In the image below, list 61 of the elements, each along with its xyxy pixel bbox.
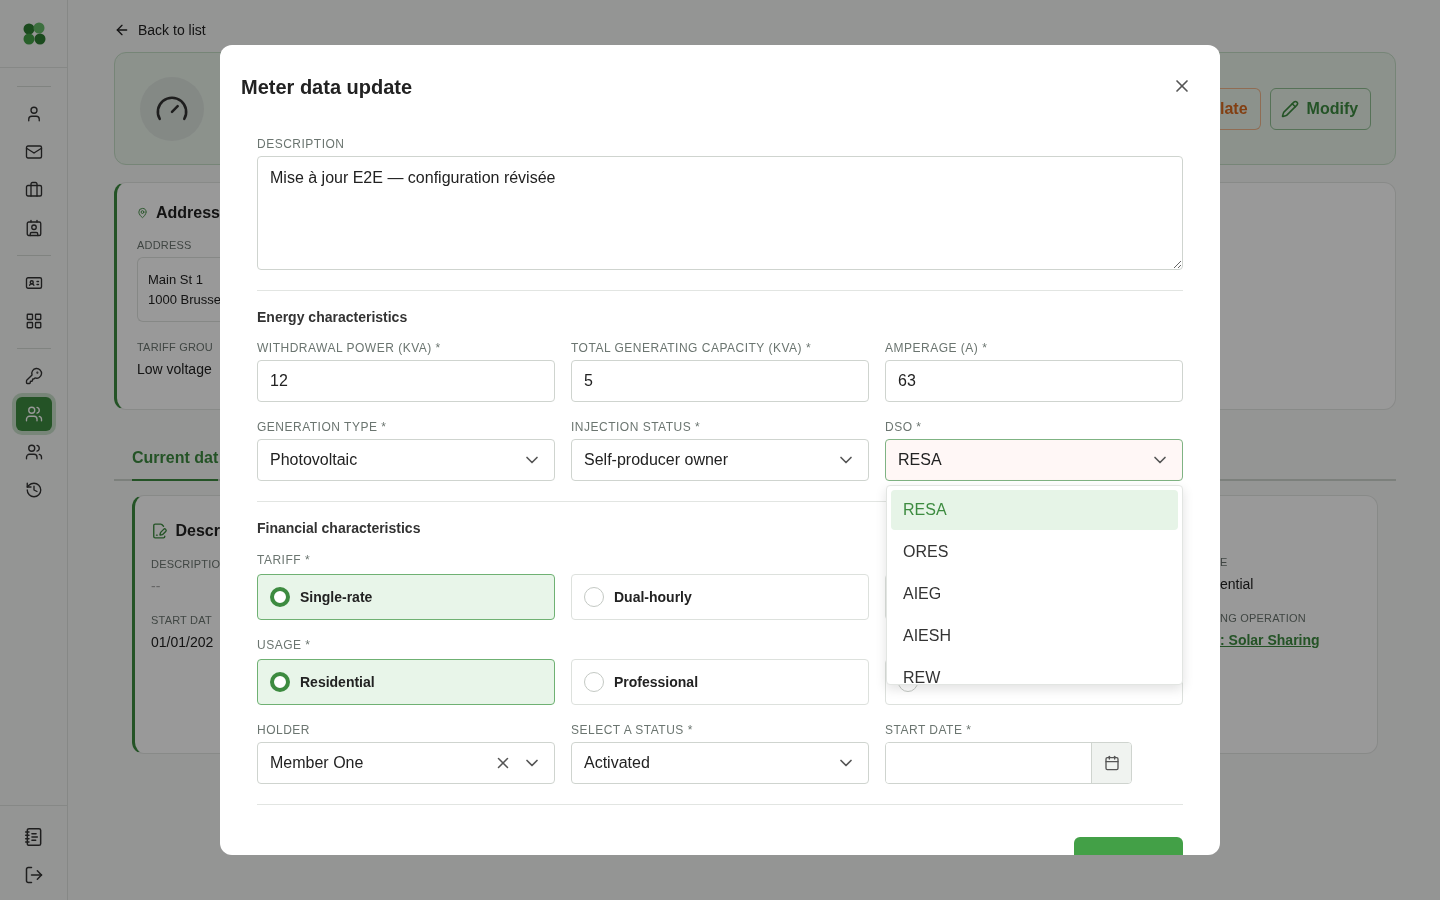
field-label: START DATE *	[885, 723, 973, 737]
input-field[interactable]: 63	[885, 360, 1183, 402]
field-value: ential	[1220, 576, 1255, 592]
contacts-icon	[24, 219, 43, 237]
key-icon	[24, 367, 43, 385]
field-label: NG OPERATION	[1220, 612, 1307, 624]
dialog-title: Meter data update	[241, 75, 414, 99]
section-heading: Financial characteristics	[257, 520, 422, 536]
logout-icon	[23, 865, 44, 885]
field-label: DSO *	[885, 420, 923, 434]
card-title: Address	[155, 204, 220, 222]
users-icon	[24, 405, 43, 423]
field-value: --	[151, 578, 162, 594]
mail-icon	[24, 143, 43, 161]
users-icon	[24, 443, 43, 461]
pencil-icon	[1280, 99, 1299, 118]
field-value: Low voltage	[137, 361, 213, 377]
card-title: Descr	[175, 522, 220, 540]
select-field[interactable]: Activated	[571, 742, 869, 784]
date-field[interactable]	[885, 742, 1132, 784]
dropdown-option[interactable]: AIESH	[891, 616, 1178, 656]
field-label: SELECT A STATUS *	[571, 723, 694, 737]
briefcase-icon	[24, 181, 43, 199]
radio-option[interactable]: Professional	[571, 659, 869, 705]
section-heading: Energy characteristics	[257, 309, 409, 325]
dropdown-option[interactable]: REW	[891, 658, 1178, 684]
field-label: USAGE *	[257, 638, 312, 652]
calendar-icon[interactable]	[1091, 743, 1131, 783]
field-label: WITHDRAWAL POWER (KVA) *	[257, 341, 442, 355]
field-label: START DAT	[151, 614, 213, 626]
input-field[interactable]: 12	[257, 360, 555, 402]
field-label: DESCRIPTION	[257, 137, 346, 151]
field-label: TARIFF GROU	[137, 341, 214, 353]
input-field[interactable]: 5	[571, 360, 869, 402]
id-card-icon	[24, 274, 43, 292]
field-label: INJECTION STATUS *	[571, 420, 702, 434]
field-label: TOTAL GENERATING CAPACITY (KVA) *	[571, 341, 813, 355]
field-label: GENERATION TYPE *	[257, 420, 388, 434]
radio-option[interactable]: Residential	[257, 659, 555, 705]
field-label: AMPERAGE (A) *	[885, 341, 989, 355]
select-field[interactable]: Self-producer owner	[571, 439, 869, 481]
radio-option[interactable]: Dual-hourly	[571, 574, 869, 620]
field-label: E	[1220, 556, 1229, 568]
field-label: HOLDER	[257, 723, 311, 737]
field-label: ADDRESS	[137, 239, 193, 251]
dropdown-option[interactable]: AIEG	[891, 574, 1178, 614]
document-icon	[151, 522, 168, 540]
description-field[interactable]: Mise à jour E2E — configuration révisée	[257, 156, 1183, 270]
dropdown-option[interactable]: ORES	[891, 532, 1178, 572]
select-field[interactable]: RESA	[885, 439, 1183, 481]
field-label: DESCRIPTIO	[151, 558, 220, 570]
back-link[interactable]: Back to list	[114, 20, 206, 40]
field-label: TARIFF *	[257, 553, 312, 567]
notebook-icon	[23, 827, 44, 847]
select-field[interactable]: Photovoltaic	[257, 439, 555, 481]
grid-icon	[24, 312, 43, 330]
history-icon	[24, 481, 43, 499]
select-field[interactable]: Member One	[257, 742, 555, 784]
field-value: 01/01/202	[151, 634, 215, 650]
radio-option[interactable]: Single-rate	[257, 574, 555, 620]
dropdown-option[interactable]: RESA	[891, 490, 1178, 530]
